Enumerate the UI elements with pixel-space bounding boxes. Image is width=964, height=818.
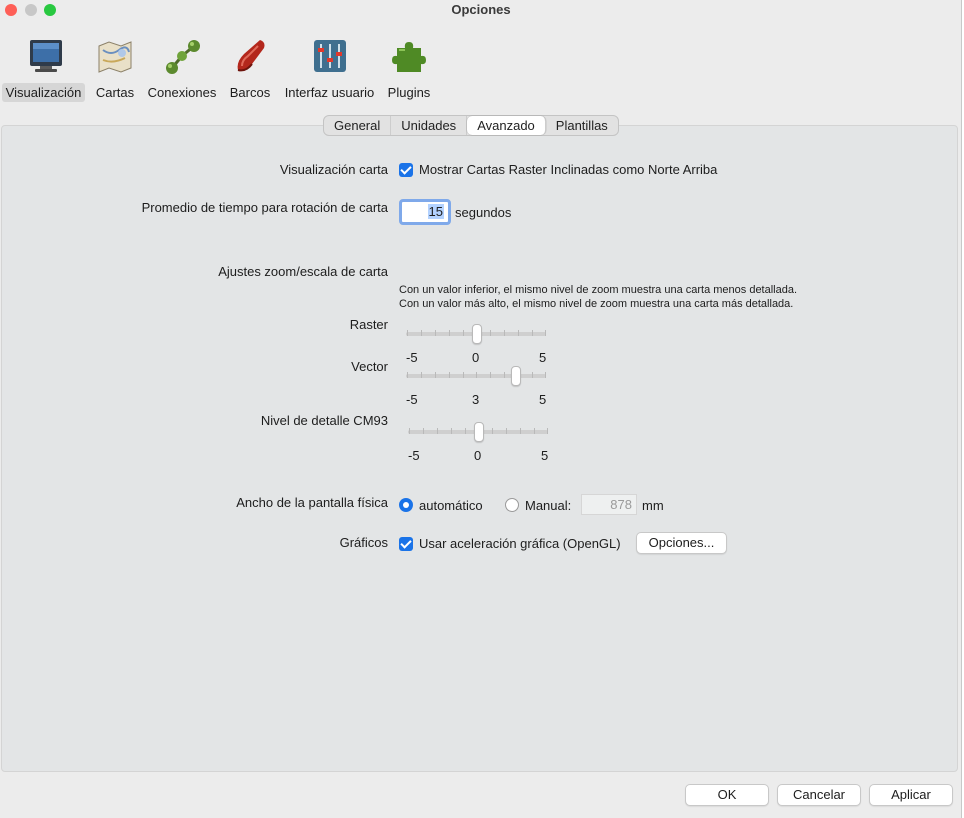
tick [409, 428, 410, 434]
raster-slider-thumb[interactable] [472, 324, 482, 344]
raster-label: Raster [349, 317, 388, 332]
vector-label: Vector [351, 359, 388, 374]
raster-min: -5 [406, 350, 418, 365]
tick [463, 330, 464, 336]
tick [407, 330, 408, 336]
screen-width-manual-label: Manual: [525, 498, 572, 513]
puzzle-icon [389, 36, 429, 76]
screen-width-auto-label: automático [419, 498, 483, 513]
tick [504, 330, 505, 336]
tick [532, 372, 533, 378]
zoom-help-line-2: Con un valor más alto, el mismo nivel de… [399, 298, 794, 310]
tab-general[interactable]: General [324, 116, 392, 135]
options-window: Opciones Visualización Cartas Conexiones… [0, 0, 962, 818]
tick [451, 428, 452, 434]
north-up-checkbox-label: Mostrar Cartas Raster Inclinadas como No… [419, 162, 718, 177]
charts-icon [95, 36, 135, 76]
connections-icon [162, 36, 202, 76]
toolbar-item-visualizacion[interactable]: Visualización [2, 32, 85, 104]
toolbar-item-cartas[interactable]: Cartas [92, 32, 138, 104]
opengl-options-button[interactable]: Opciones... [636, 532, 727, 554]
tick [547, 428, 548, 434]
tick [421, 330, 422, 336]
tick [435, 330, 436, 336]
zoom-settings-label: Ajustes zoom/escala de carta [218, 264, 388, 279]
vector-min: -5 [406, 392, 418, 407]
screen-width-input[interactable]: 878 [581, 494, 637, 515]
cancel-button[interactable]: Cancelar [777, 784, 861, 806]
rotation-average-value: 15 [427, 204, 444, 219]
cm93-value: 0 [474, 448, 482, 463]
opengl-checkbox[interactable] [399, 537, 413, 551]
vector-max: 5 [539, 392, 547, 407]
tick [520, 428, 521, 434]
rotation-average-unit: segundos [455, 205, 512, 220]
window-title: Opciones [451, 2, 511, 17]
toolbar-item-barcos[interactable]: Barcos [227, 32, 273, 104]
cm93-slider-thumb[interactable] [474, 422, 484, 442]
tab-avanzado[interactable]: Avanzado [467, 116, 546, 135]
tab-plantillas[interactable]: Plantillas [546, 116, 618, 135]
toolbar-item-interfaz-usuario[interactable]: Interfaz usuario [281, 32, 378, 104]
tick [490, 330, 491, 336]
screen-width-manual-radio[interactable] [505, 498, 519, 512]
north-up-checkbox[interactable] [399, 163, 413, 177]
chart-display-label: Visualización carta [279, 162, 388, 177]
vector-slider-thumb[interactable] [511, 366, 521, 386]
screen-width-auto-radio[interactable] [399, 498, 413, 512]
tick [504, 372, 505, 378]
toolbar-label: Visualización [2, 83, 85, 102]
raster-max: 5 [539, 350, 547, 365]
tick [518, 330, 519, 336]
boat-icon [230, 36, 270, 76]
tick [490, 372, 491, 378]
opengl-checkbox-label: Usar aceleración gráfica (OpenGL) [419, 536, 621, 551]
screen-width-unit: mm [642, 498, 664, 513]
monitor-icon [24, 36, 64, 76]
ok-button[interactable]: OK [685, 784, 769, 806]
tick [476, 372, 477, 378]
tick [492, 428, 493, 434]
tick [463, 372, 464, 378]
apply-button[interactable]: Aplicar [869, 784, 953, 806]
tick [437, 428, 438, 434]
tab-bar: General Unidades Avanzado Plantillas [323, 115, 619, 136]
tab-unidades[interactable]: Unidades [391, 116, 468, 135]
tick [534, 428, 535, 434]
tick [421, 372, 422, 378]
tick [449, 330, 450, 336]
tick [449, 372, 450, 378]
cm93-min: -5 [408, 448, 420, 463]
vector-value: 3 [472, 392, 480, 407]
rotation-average-input[interactable]: 15 [399, 199, 451, 225]
tick [435, 372, 436, 378]
toolbar-item-plugins[interactable]: Plugins [385, 32, 433, 104]
toolbar-label: Plugins [387, 85, 431, 100]
toolbar-label: Conexiones [147, 85, 217, 100]
tick [545, 330, 546, 336]
graphics-label: Gráficos [339, 535, 388, 550]
sliders-icon [310, 36, 350, 76]
tick [423, 428, 424, 434]
toolbar-label: Interfaz usuario [284, 85, 375, 100]
raster-value: 0 [472, 350, 480, 365]
tick [545, 372, 546, 378]
cm93-max: 5 [541, 448, 549, 463]
tick [407, 372, 408, 378]
title-bar: Opciones [0, 0, 962, 20]
zoom-help-line-1: Con un valor inferior, el mismo nivel de… [399, 284, 798, 296]
rotation-average-label: Promedio de tiempo para rotación de cart… [141, 200, 388, 215]
tick [532, 330, 533, 336]
toolbar-item-conexiones[interactable]: Conexiones [145, 32, 219, 104]
tick [506, 428, 507, 434]
cm93-detail-label: Nivel de detalle CM93 [260, 413, 388, 428]
tick [465, 428, 466, 434]
screen-width-label: Ancho de la pantalla física [236, 495, 388, 510]
toolbar-label: Cartas [95, 85, 135, 100]
toolbar-label: Barcos [229, 85, 271, 100]
